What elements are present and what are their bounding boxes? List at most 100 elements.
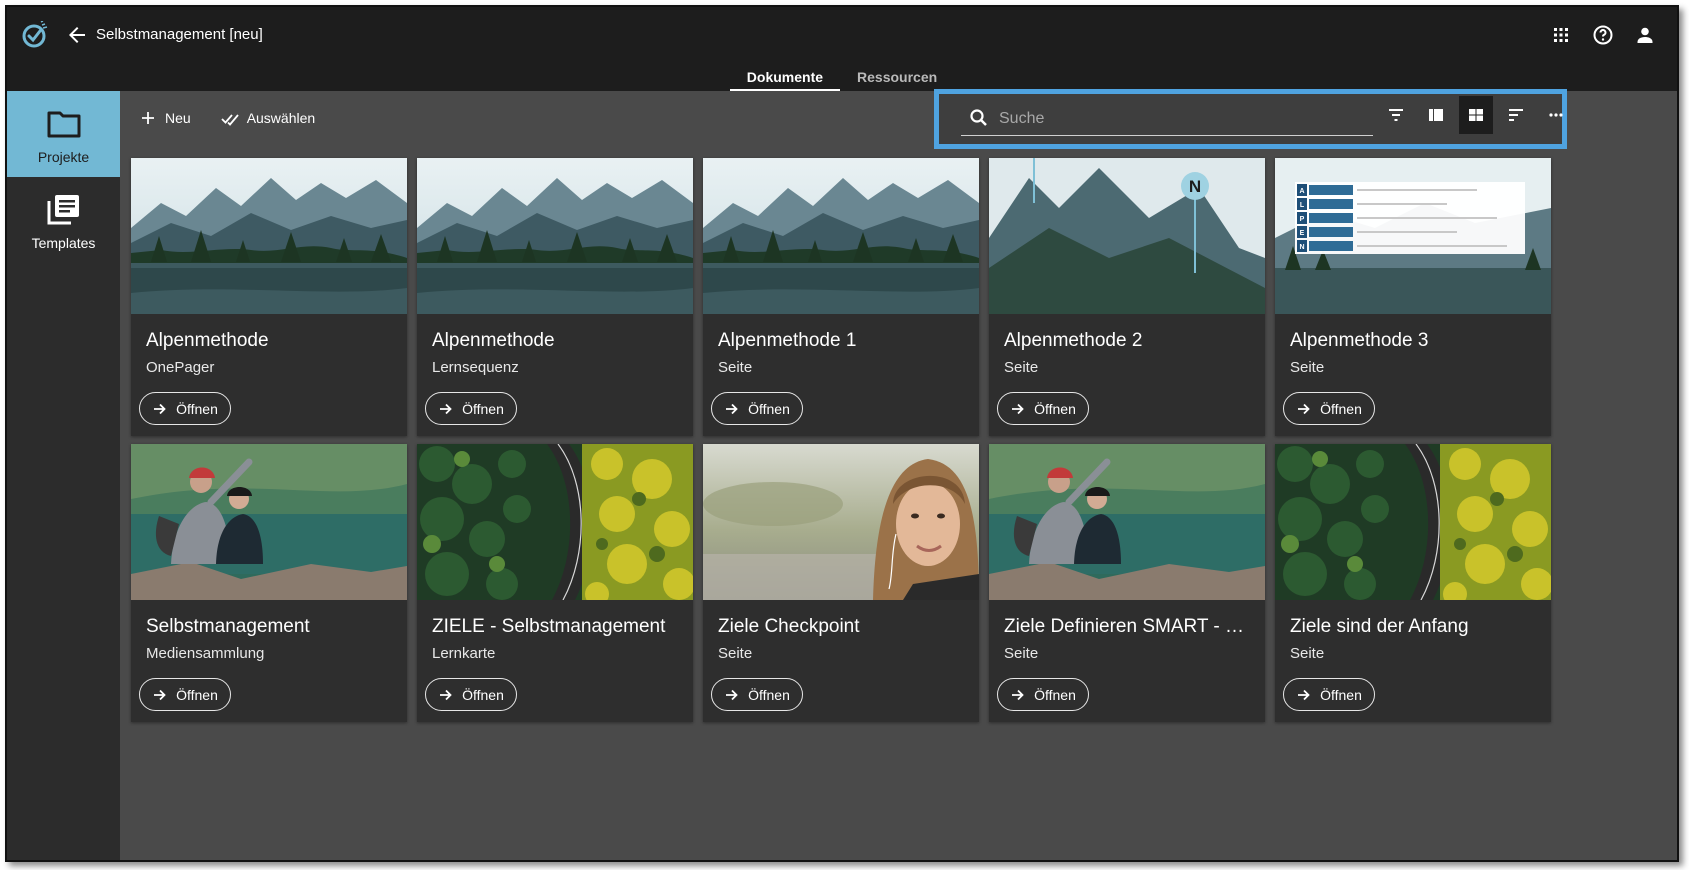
arrow-right-icon (154, 403, 166, 414)
document-card[interactable]: N Alpenmethode 2 Seite Öffnen (989, 158, 1265, 436)
arrow-right-icon (1012, 403, 1024, 414)
open-button[interactable]: Öffnen (425, 678, 517, 711)
list-view-button[interactable] (1419, 96, 1453, 134)
document-card[interactable]: Ziele sind der Anfang Seite Öffnen (1275, 444, 1551, 722)
card-title: Ziele Checkpoint (718, 616, 860, 637)
card-type: Seite (1290, 645, 1325, 662)
open-button-label: Öffnen (1034, 686, 1076, 703)
thumbnail-image (703, 444, 979, 600)
back-arrow-icon[interactable] (65, 23, 89, 47)
arrow-right-icon (154, 689, 166, 700)
search-input[interactable] (999, 106, 1359, 132)
filter-button[interactable] (1379, 96, 1413, 134)
search-box (961, 102, 1373, 136)
sidebar: Projekte Templates (7, 91, 120, 860)
card-title: Alpenmethode (146, 330, 269, 351)
open-button[interactable]: Öffnen (139, 392, 231, 425)
thumb-marker-text: N (1189, 177, 1201, 196)
sidebar-item-projekte[interactable]: Projekte (7, 91, 120, 177)
tab-bar: Dokumente Ressourcen (7, 63, 1677, 91)
document-card[interactable]: A L P E N Alpenmethode 3 Seite Öffnen (1275, 158, 1551, 436)
sidebar-item-label: Projekte (37, 149, 90, 165)
card-type: Lernkarte (432, 645, 496, 662)
sidebar-item-label: Templates (31, 235, 96, 251)
search-icon (970, 109, 987, 126)
open-button[interactable]: Öffnen (1283, 392, 1375, 425)
app-window: Selbstmanagement [neu] Dokumente Ressour… (5, 5, 1679, 862)
document-card[interactable]: Alpenmethode 1 Seite Öffnen (703, 158, 979, 436)
card-thumbnail[interactable] (1275, 444, 1551, 606)
folder-icon (47, 111, 80, 138)
select-button[interactable]: Auswählen (221, 109, 316, 127)
card-type: Seite (718, 359, 753, 376)
tab-dokumente[interactable]: Dokumente (729, 63, 841, 91)
thumbnail-image: N (989, 158, 1265, 314)
account-icon[interactable] (1633, 23, 1657, 47)
arrow-right-icon (726, 689, 738, 700)
document-card[interactable]: ZIELE - Selbstmanagement Lernkarte Öffnen (417, 444, 693, 722)
document-card[interactable]: Ziele Definieren SMART - Re... Seite Öffne… (989, 444, 1265, 722)
thumbnail-image (417, 444, 693, 606)
arrow-right-icon (1298, 403, 1310, 414)
card-thumbnail[interactable] (131, 444, 407, 600)
document-card[interactable]: Selbstmanagement Mediensammlung Öffnen (131, 444, 407, 722)
card-thumbnail[interactable] (417, 158, 693, 314)
document-card[interactable]: Alpenmethode Lernsequenz Öffnen (417, 158, 693, 436)
open-button-label: Öffnen (462, 400, 504, 417)
card-thumbnail[interactable] (989, 444, 1265, 600)
arrow-right-icon (440, 403, 452, 414)
apps-grid-icon[interactable] (1549, 23, 1573, 47)
thumb-letter-a: A (1299, 188, 1304, 195)
card-thumbnail[interactable] (131, 158, 407, 314)
open-button-label: Öffnen (176, 686, 218, 703)
thumbnail-image: A L P E N (1275, 158, 1551, 314)
card-title: Alpenmethode 1 (718, 330, 857, 351)
open-button-label: Öffnen (748, 686, 790, 703)
help-icon[interactable] (1591, 23, 1615, 47)
card-type: Seite (718, 645, 753, 662)
action-toolbar: Neu Auswählen (139, 109, 315, 127)
open-button-label: Öffnen (1320, 400, 1362, 417)
grid-view-button[interactable] (1459, 96, 1493, 134)
open-button[interactable]: Öffnen (711, 678, 803, 711)
thumb-letter-n: N (1299, 244, 1304, 251)
plus-icon (142, 112, 154, 124)
open-button-label: Öffnen (1034, 400, 1076, 417)
card-title: Selbstmanagement (146, 616, 310, 637)
top-bar: Selbstmanagement [neu] Dokumente Ressour… (7, 7, 1677, 91)
card-title: Alpenmethode (432, 330, 555, 351)
sort-button[interactable] (1499, 96, 1533, 134)
card-thumbnail[interactable] (417, 444, 693, 606)
sidebar-item-templates[interactable]: Templates (7, 177, 120, 263)
open-button[interactable]: Öffnen (1283, 678, 1375, 711)
card-title: Alpenmethode 3 (1290, 330, 1429, 351)
open-button[interactable]: Öffnen (425, 392, 517, 425)
document-card[interactable]: Ziele Checkpoint Seite Öffnen (703, 444, 979, 722)
app-logo-icon[interactable] (21, 21, 49, 49)
tab-ressourcen[interactable]: Ressourcen (840, 63, 954, 91)
open-button[interactable]: Öffnen (711, 392, 803, 425)
card-thumbnail[interactable] (703, 444, 979, 600)
new-button-label: Neu (165, 110, 191, 126)
card-title: Alpenmethode 2 (1004, 330, 1143, 351)
select-button-label: Auswählen (246, 110, 316, 126)
open-button[interactable]: Öffnen (997, 392, 1089, 425)
open-button-label: Öffnen (748, 400, 790, 417)
app-title: Selbstmanagement [neu] (96, 26, 263, 43)
arrow-right-icon (440, 689, 452, 700)
card-thumbnail[interactable]: A L P E N (1275, 158, 1551, 314)
new-button[interactable]: Neu (139, 109, 191, 127)
more-options-button[interactable] (1539, 96, 1573, 134)
thumbnail-image (131, 444, 407, 600)
document-card[interactable]: Alpenmethode OnePager Öffnen (131, 158, 407, 436)
card-type: Seite (1290, 359, 1325, 376)
search-filter-panel (934, 89, 1567, 149)
card-title: Ziele sind der Anfang (1290, 616, 1469, 637)
open-button[interactable]: Öffnen (997, 678, 1089, 711)
card-thumbnail[interactable] (703, 158, 979, 314)
thumbnail-image (131, 158, 407, 314)
card-type: Lernsequenz (432, 359, 519, 376)
more-horizontal-icon (1549, 113, 1563, 117)
card-thumbnail[interactable]: N (989, 158, 1265, 314)
open-button[interactable]: Öffnen (139, 678, 231, 711)
